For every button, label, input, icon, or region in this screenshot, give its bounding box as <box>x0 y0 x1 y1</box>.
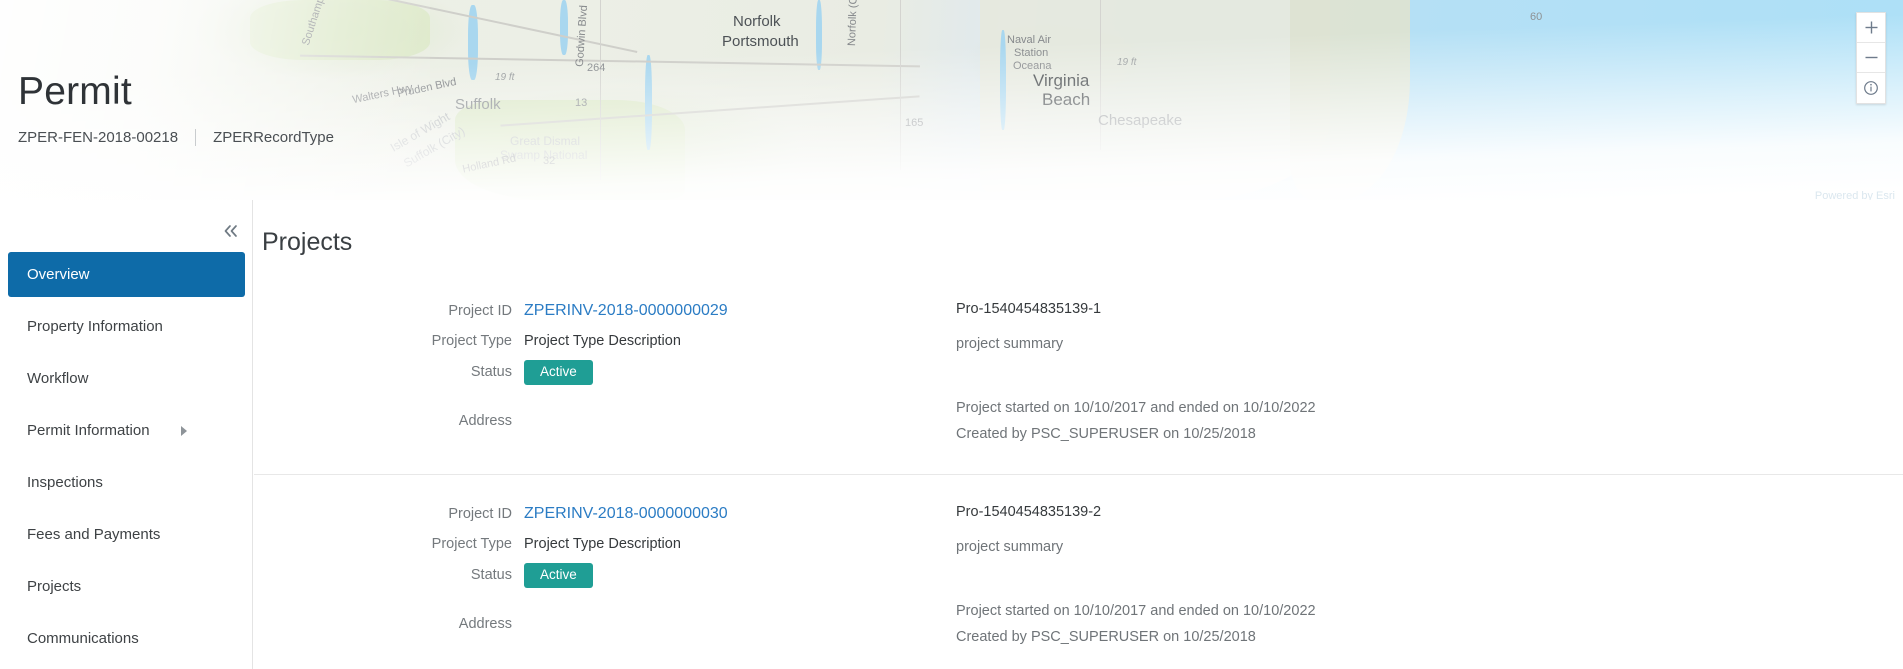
map-banner[interactable]: Norfolk Portsmouth Norfolk (City) Naval Air… <box>0 0 1903 200</box>
field-label: Address <box>458 413 512 430</box>
map-road <box>900 0 901 170</box>
sidebar-item-communications[interactable]: Communications <box>8 616 245 661</box>
map-controls[interactable] <box>1856 12 1886 104</box>
zoom-in-icon[interactable] <box>1857 13 1885 43</box>
projects-list: Project ID ZPERINV-2018-0000000029 Project… <box>254 272 1903 669</box>
field-label: Status <box>470 567 512 584</box>
field-label: Project ID <box>448 302 512 319</box>
field-label: Project ID <box>448 505 512 522</box>
field-value: Project Type Description <box>524 332 681 349</box>
project-name: Pro-1540454835139-2 <box>956 504 1102 520</box>
map-green-area <box>250 0 430 60</box>
project-created: Created by PSC_SUPERUSER on 10/25/2018 <box>956 426 1256 442</box>
sidebar-item-property-information[interactable]: Property Information <box>8 304 245 349</box>
map-road <box>1100 0 1101 150</box>
record-id: ZPER-FEN-2018-00218 <box>18 129 179 146</box>
sidebar-item-inspections[interactable]: Inspections <box>8 460 245 505</box>
status-badge: Active <box>524 360 593 385</box>
field-status: Status Active <box>254 563 904 588</box>
collapse-sidebar-icon[interactable] <box>218 218 244 244</box>
sidebar-item-label: Inspections <box>27 474 103 491</box>
field-project-id: Project ID ZPERINV-2018-0000000030 <box>254 503 904 524</box>
project-dates: Project started on 10/10/2017 and ended … <box>956 400 1316 416</box>
sidebar-item-overview[interactable]: Overview <box>8 252 245 297</box>
sidebar-item-fees-and-payments[interactable]: Fees and Payments <box>8 512 245 557</box>
sidebar-item-label: Projects <box>27 578 82 595</box>
field-project-type: Project Type Project Type Description <box>254 330 904 351</box>
project-fields: Project ID ZPERINV-2018-0000000030 Project… <box>254 503 904 655</box>
field-value: Project Type Description <box>524 535 681 552</box>
field-address: Address <box>254 411 904 432</box>
project-details: Pro-1540454835139-1 project summary Projec… <box>904 300 1903 452</box>
status-badge: Active <box>524 563 593 588</box>
sidebar-item-label: Communications <box>27 630 139 647</box>
breadcrumb-divider <box>195 129 197 146</box>
map-river <box>645 55 652 150</box>
field-label: Address <box>458 616 512 633</box>
sidebar-nav: Overview Property Information Workflow Perm… <box>0 252 253 668</box>
project-row: Project ID ZPERINV-2018-0000000030 Project… <box>254 474 1903 669</box>
sidebar-item-label: Workflow <box>27 370 89 387</box>
field-label: Project Type <box>431 332 512 349</box>
project-created: Created by PSC_SUPERUSER on 10/25/2018 <box>956 629 1256 645</box>
project-summary: project summary <box>956 336 1064 352</box>
main-panel: Projects Project ID ZPERINV-2018-00000000… <box>254 200 1903 669</box>
sidebar-item-label: Permit Information <box>27 422 150 439</box>
map-landmass <box>980 0 1330 200</box>
sidebar-item-permit-information[interactable]: Permit Information <box>8 408 245 453</box>
project-row: Project ID ZPERINV-2018-0000000029 Project… <box>254 272 1903 474</box>
chevron-right-icon[interactable] <box>181 425 187 436</box>
project-details: Pro-1540454835139-2 project summary Projec… <box>904 503 1903 655</box>
project-dates: Project started on 10/10/2017 and ended … <box>956 603 1316 619</box>
field-project-id: Project ID ZPERINV-2018-0000000029 <box>254 300 904 321</box>
esri-credit: Powered by Esri <box>1814 190 1895 200</box>
info-icon[interactable] <box>1857 73 1885 103</box>
record-type: ZPERRecordType <box>213 129 334 146</box>
breadcrumb: ZPER-FEN-2018-00218 ZPERRecordType <box>18 129 334 146</box>
field-label: Status <box>470 364 512 381</box>
page-section-title: Projects <box>262 228 353 256</box>
field-address: Address <box>254 614 904 635</box>
project-summary: project summary <box>956 539 1064 555</box>
sidebar: Overview Property Information Workflow Perm… <box>0 200 253 669</box>
field-project-type: Project Type Project Type Description <box>254 533 904 554</box>
map-river <box>1000 30 1006 130</box>
map-road <box>600 0 601 180</box>
map-river <box>560 0 568 55</box>
project-name: Pro-1540454835139-1 <box>956 301 1102 317</box>
sidebar-item-label: Property Information <box>27 318 163 335</box>
zoom-out-icon[interactable] <box>1857 43 1885 73</box>
sidebar-item-projects[interactable]: Projects <box>8 564 245 609</box>
field-status: Status Active <box>254 360 904 385</box>
sidebar-item-label: Overview <box>27 266 90 283</box>
page-title: Permit <box>18 70 132 113</box>
header-title-block: Permit ZPER-FEN-2018-00218 ZPERRecordTyp… <box>18 72 334 146</box>
project-fields: Project ID ZPERINV-2018-0000000029 Project… <box>254 300 904 452</box>
sidebar-item-workflow[interactable]: Workflow <box>8 356 245 401</box>
project-id-link[interactable]: ZPERINV-2018-0000000030 <box>524 505 728 523</box>
field-label: Project Type <box>431 535 512 552</box>
sidebar-item-label: Fees and Payments <box>27 526 161 543</box>
map-river <box>816 0 822 70</box>
project-id-link[interactable]: ZPERINV-2018-0000000029 <box>524 302 728 320</box>
